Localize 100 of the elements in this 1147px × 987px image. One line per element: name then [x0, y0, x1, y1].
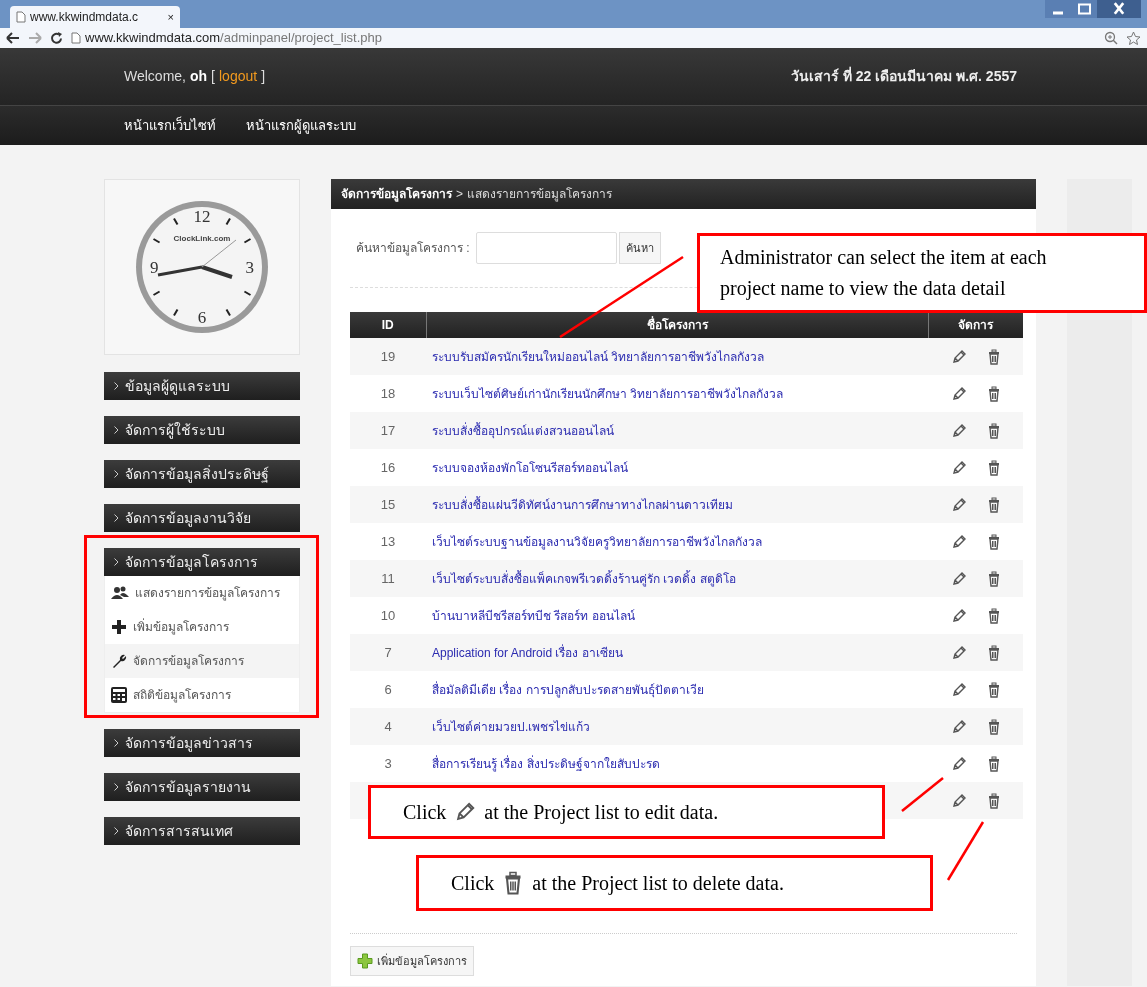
callout-text: at the Project list to delete data. — [532, 871, 784, 897]
chevron-icon — [114, 558, 119, 566]
pencil-icon[interactable] — [950, 533, 967, 550]
trash-icon[interactable] — [986, 385, 1001, 402]
bracket-text: ] — [261, 67, 266, 86]
project-name-link[interactable]: เว็บไซต์ค่ายมวยป.เพชรไข่แก้ว — [432, 719, 591, 734]
back-icon[interactable] — [6, 32, 20, 44]
id-cell: 7 — [384, 644, 392, 660]
callout-text: Click — [403, 800, 447, 825]
project-name-link[interactable]: Application for Android เรื่อง อาเซียน — [432, 645, 623, 660]
pencil-icon[interactable] — [950, 422, 967, 439]
pencil-icon[interactable] — [950, 792, 967, 809]
trash-icon[interactable] — [986, 607, 1001, 624]
project-name-link[interactable]: บ้านบาหลีบีชรีสอร์ทบีช รีสอร์ท ออนไลน์ — [432, 608, 635, 623]
project-name-link[interactable]: ระบบรับสมัครนักเรียนใหม่ออนไลน์ วิทยาลัยการอาชีพวังไกลกังวล — [432, 349, 765, 364]
project-name-link[interactable]: เว็บไซต์ระบบสั่งซื้อแพ็คเกจพรีเวดดิ้งร้านคู่รัก เวดดิ้ง สตูดิโอ — [432, 571, 736, 586]
zoom-icon[interactable] — [1104, 31, 1118, 45]
trash-icon[interactable] — [986, 644, 1001, 661]
project-name-link[interactable]: สื่อมัลติมีเดีย เรื่อง การปลูกสับปะรดสายพันธุ์ปัตตาเวีย — [432, 682, 704, 697]
submenu-item[interactable]: แสดงรายการข้อมูลโครงการ — [105, 576, 299, 610]
trash-icon[interactable] — [986, 755, 1001, 772]
sidebar-menu-item[interactable]: จัดการข้อมูลรายงาน — [104, 773, 300, 801]
chevron-icon — [114, 514, 119, 522]
pencil-icon[interactable] — [950, 570, 967, 587]
pencil-icon[interactable] — [950, 644, 967, 661]
trash-icon[interactable] — [986, 348, 1001, 365]
nav-link[interactable]: หน้าแรกผู้ดูแลระบบ — [246, 115, 356, 136]
reload-icon[interactable] — [50, 31, 63, 45]
date-text: วันเสาร์ ที่ 22 เดือนมีนาคม พ.ศ. 2557 — [791, 66, 1017, 86]
pencil-icon[interactable] — [950, 459, 967, 476]
breadcrumb-current: แสดงรายการข้อมูลโครงการ — [467, 186, 612, 203]
pencil-icon[interactable] — [950, 385, 967, 402]
sidebar-menu-item[interactable]: จัดการข้อมูลงานวิจัย — [104, 504, 300, 532]
project-name-link[interactable]: เว็บไซต์ระบบฐานข้อมูลงานวิจัยครูวิทยาลัยการอาชีพวังไกลกังวล — [432, 534, 762, 549]
id-cell: 6 — [384, 681, 392, 697]
page-icon — [71, 32, 81, 44]
close-button[interactable] — [1097, 0, 1141, 18]
chevron-icon — [114, 470, 119, 478]
browser-tab[interactable]: www.kkwindmdata.c × — [10, 6, 180, 28]
star-icon[interactable] — [1126, 31, 1141, 45]
pencil-icon[interactable] — [950, 755, 967, 772]
pencil-icon[interactable] — [950, 496, 967, 513]
trash-icon[interactable] — [986, 792, 1001, 809]
leader-line — [946, 821, 985, 881]
project-name-link[interactable]: ระบบสั่งซื้อแผ่นวีดิทัศน์งานการศึกษาทางไกลผ่านดาวเทียม — [432, 497, 733, 512]
id-cell: 11 — [381, 570, 395, 586]
submenu-item[interactable]: จัดการข้อมูลโครงการ — [105, 644, 299, 678]
sidebar-menu-item[interactable]: จัดการผู้ใช้ระบบ — [104, 416, 300, 444]
nav-link[interactable]: หน้าแรกเว็บไซท์ — [124, 115, 216, 136]
chevron-icon — [114, 739, 119, 747]
project-name-link[interactable]: ระบบจองห้องพักโอโซนรีสอร์ทออนไลน์ — [432, 460, 628, 475]
search-button[interactable]: ค้นหา — [618, 232, 661, 264]
submenu-item[interactable]: สถิติข้อมูลโครงการ — [105, 678, 299, 712]
project-name-link[interactable]: สื่อการเรียนรู้ เรื่อง สิ่งประดิษฐ์จากใยสับปะรด — [432, 756, 660, 771]
project-name-link[interactable]: ระบบสั่งซื้ออุปกรณ์แต่งสวนออนไลน์ — [432, 423, 614, 438]
submenu-item[interactable]: เพิ่มข้อมูลโครงการ — [105, 610, 299, 644]
chevron-icon — [114, 827, 119, 835]
breadcrumb-separator: > — [456, 186, 463, 203]
tab-close-button[interactable]: × — [167, 8, 174, 26]
trash-icon[interactable] — [986, 681, 1001, 698]
trash-icon[interactable] — [986, 570, 1001, 587]
project-name-link[interactable]: ระบบเว็บไซต์ศิษย์เก่านักเรียนนักศึกษา วิทยาลัยการอาชีพวังไกลกังวล — [432, 386, 784, 401]
pencil-icon[interactable] — [950, 681, 967, 698]
plus-icon — [111, 619, 127, 635]
sidebar-menu-item[interactable]: จัดการข้อมูลข่าวสาร — [104, 729, 300, 757]
id-cell: 3 — [384, 755, 392, 771]
id-cell: 4 — [384, 718, 392, 734]
trash-icon[interactable] — [986, 533, 1001, 550]
callout-text: at the Project list to edit data. — [484, 800, 719, 826]
plus-icon — [357, 953, 373, 969]
chevron-icon — [114, 382, 119, 390]
page-icon — [16, 11, 26, 23]
id-cell: 17 — [380, 422, 396, 438]
url-text: www.kkwindmdata.com/adminpanel/project_list.php — [85, 29, 382, 48]
trash-icon[interactable] — [986, 718, 1001, 735]
sidebar-menu-item[interactable]: ข้อมูลผู้ดูแลระบบ — [104, 372, 300, 400]
user-name: oh — [190, 67, 208, 86]
breadcrumb-link[interactable]: จัดการข้อมูลโครงการ — [341, 185, 452, 203]
minimize-button[interactable] — [1045, 0, 1071, 18]
pencil-icon[interactable] — [950, 718, 967, 735]
add-project-button[interactable]: เพิ่มข้อมูลโครงการ — [350, 946, 474, 976]
search-label: ค้นหาข้อมูลโครงการ : — [356, 240, 470, 257]
users-icon — [111, 586, 129, 600]
calculator-icon — [111, 687, 127, 703]
pencil-icon[interactable] — [950, 348, 967, 365]
id-cell: 10 — [380, 607, 396, 623]
wrench-icon — [111, 653, 127, 669]
sidebar-menu-item[interactable]: จัดการข้อมูลโครงการ — [104, 548, 300, 576]
logout-link[interactable]: logout — [219, 66, 258, 87]
maximize-button[interactable] — [1071, 0, 1097, 18]
trash-icon[interactable] — [986, 459, 1001, 476]
pencil-icon[interactable] — [950, 607, 967, 624]
tab-title: www.kkwindmdata.c — [30, 9, 140, 26]
search-field[interactable] — [475, 232, 617, 264]
sidebar-menu-item[interactable]: จัดการสารสนเทศ — [104, 817, 300, 845]
trash-icon[interactable] — [986, 496, 1001, 513]
sidebar-menu-item[interactable]: จัดการข้อมูลสิ่งประดิษฐ์ — [104, 460, 300, 488]
trash-icon[interactable] — [986, 422, 1001, 439]
id-cell: 13 — [380, 533, 396, 549]
id-cell: 16 — [380, 459, 396, 475]
